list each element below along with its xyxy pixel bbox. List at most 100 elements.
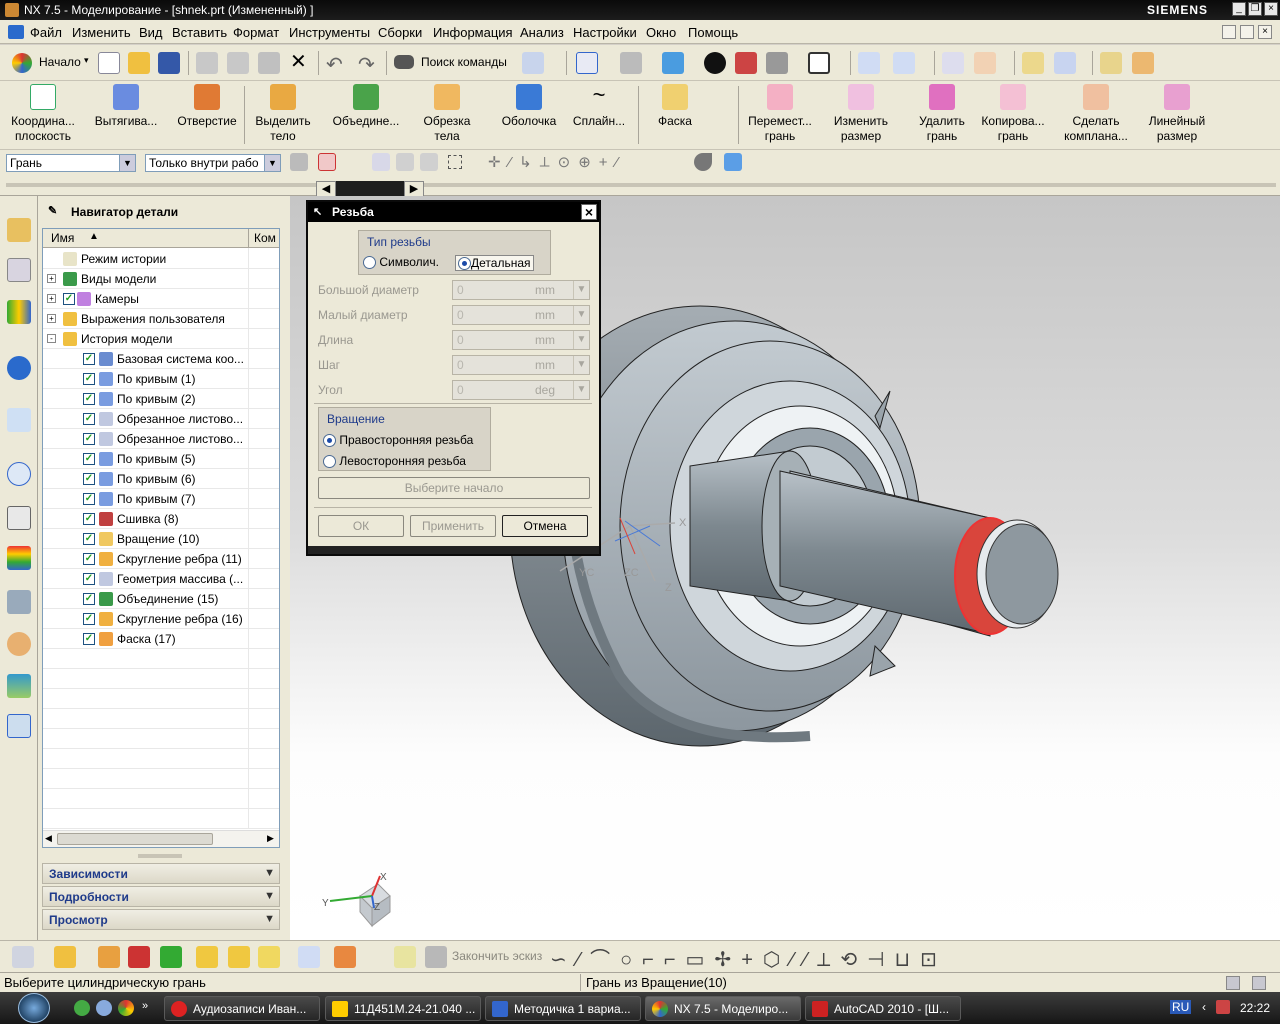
doc-minimize-button[interactable]	[1222, 25, 1236, 39]
tree-row[interactable]: ✓ Обрезанное листово...	[43, 429, 279, 449]
quicklaunch-more-icon[interactable]: »	[142, 1000, 148, 1012]
info-icon[interactable]	[7, 356, 31, 380]
dependencies-panel[interactable]: Зависимости ▼	[42, 863, 280, 884]
symbolic-radio[interactable]	[363, 256, 376, 270]
maximize-button[interactable]: ❐	[1248, 2, 1262, 16]
ok-button[interactable]: ОК	[318, 515, 404, 537]
menu-analysis[interactable]: Анализ	[520, 25, 564, 40]
doc-restore-button[interactable]	[1240, 25, 1254, 39]
make-coplanar-button[interactable]: Сделать комплана...	[1060, 84, 1132, 148]
menu-information[interactable]: Информация	[433, 25, 513, 40]
command-finder-button[interactable]: Поиск команды	[421, 55, 507, 69]
draft-analysis-icon[interactable]	[1132, 52, 1154, 74]
visibility-checkbox[interactable]: ✓	[83, 593, 95, 605]
copy-icon[interactable]	[227, 52, 249, 74]
snap-point-icon[interactable]	[318, 153, 336, 171]
section-view-icon[interactable]	[735, 52, 757, 74]
visibility-checkbox[interactable]: ✓	[83, 453, 95, 465]
quicklaunch-utorrent-icon[interactable]	[74, 1000, 90, 1016]
right-hand-radio[interactable]	[323, 434, 336, 448]
status-icon-2[interactable]	[1252, 976, 1266, 990]
resource-bar-scroll[interactable]	[6, 183, 1276, 187]
visibility-checkbox[interactable]: ✓	[83, 493, 95, 505]
save-icon[interactable]	[158, 52, 180, 74]
unite-button[interactable]: Объедине...	[326, 84, 406, 148]
tree-row[interactable]: ✓ Обрезанное листово...	[43, 409, 279, 429]
scope-filter-select[interactable]: Только внутри рабо ▼	[145, 154, 281, 172]
snap-face-icon[interactable]	[694, 153, 712, 171]
field-input[interactable]: 0 mm ▼	[452, 305, 590, 325]
visibility-checkbox[interactable]: ✓	[83, 633, 95, 645]
symbolic-option[interactable]: Символич.	[363, 255, 439, 270]
collapse-icon[interactable]: -	[47, 334, 56, 343]
tree-row[interactable]: Режим истории	[43, 249, 279, 269]
linear-dimension-button[interactable]: Линейный размер	[1144, 84, 1210, 148]
open-folder-icon[interactable]	[128, 52, 150, 74]
horizontal-scrollbar[interactable]: ◀ ▶	[43, 830, 279, 847]
task-audio[interactable]: Аудиозаписи Иван...	[164, 996, 320, 1021]
field-input[interactable]: 0 deg ▼	[452, 380, 590, 400]
tree-row[interactable]: ✓ По кривым (1)	[43, 369, 279, 389]
field-menu-icon[interactable]: ▼	[573, 331, 589, 349]
select-icon-a[interactable]	[372, 153, 390, 171]
sort-ascending-icon[interactable]: ▲	[89, 231, 99, 242]
finish-sketch-icon[interactable]	[425, 946, 447, 968]
task-pdf[interactable]: 11Д451М.24-21.040 ...	[325, 996, 481, 1021]
tree-row[interactable]: ✓ По кривым (5)	[43, 449, 279, 469]
cut-icon[interactable]	[196, 52, 218, 74]
background-icon[interactable]	[808, 52, 830, 74]
tree-row[interactable]: + ✓ Камеры	[43, 289, 279, 309]
select-start-button[interactable]: Выберите начало	[318, 477, 590, 499]
tree-row[interactable]: ✓ Геометрия массива (...	[43, 569, 279, 589]
tree-row[interactable]: ✓ Скругление ребра (11)	[43, 549, 279, 569]
delete-icon[interactable]: ✕	[290, 52, 307, 72]
close-window-button[interactable]: ×	[1264, 2, 1278, 16]
resize-face-button[interactable]: Изменить размер	[828, 84, 894, 148]
web-browser-icon[interactable]	[7, 408, 31, 432]
menu-preferences[interactable]: Настройки	[573, 25, 637, 40]
visibility-checkbox[interactable]: ✓	[83, 413, 95, 425]
menu-assemblies[interactable]: Сборки	[378, 25, 422, 40]
visibility-checkbox[interactable]: ✓	[83, 353, 95, 365]
menu-format[interactable]: Формат	[233, 25, 279, 40]
tray-volume-icon[interactable]	[1216, 1000, 1230, 1014]
visibility-checkbox[interactable]: ✓	[83, 533, 95, 545]
start-button[interactable]: Начало	[39, 55, 81, 69]
menu-window[interactable]: Окно	[646, 25, 676, 40]
delete-face-button[interactable]: Удалить грань	[910, 84, 974, 148]
scroll-thumb[interactable]	[57, 833, 213, 845]
tree-row[interactable]: ✓ Вращение (10)	[43, 529, 279, 549]
menu-view[interactable]: Вид	[139, 25, 163, 40]
part-navigator-icon[interactable]	[7, 258, 31, 282]
field-menu-icon[interactable]: ▼	[573, 306, 589, 324]
sketch-icon-6[interactable]	[196, 946, 218, 968]
rect-select-icon[interactable]	[448, 155, 462, 169]
new-file-icon[interactable]	[98, 52, 120, 74]
menu-edit[interactable]: Изменить	[72, 25, 131, 40]
move-object-icon[interactable]	[893, 52, 915, 74]
shaft-end-face[interactable]	[985, 523, 1059, 625]
field-menu-icon[interactable]: ▼	[573, 281, 589, 299]
assembly-navigator-icon[interactable]	[7, 218, 31, 242]
view-orient-icon[interactable]	[620, 52, 642, 74]
status-icon-1[interactable]	[1226, 976, 1240, 990]
tree-row[interactable]: ✓ Фаска (17)	[43, 629, 279, 649]
cancel-button[interactable]: Отмена	[502, 515, 588, 537]
layout-icon[interactable]	[7, 714, 31, 738]
sketch-icon-9[interactable]	[298, 946, 320, 968]
filter-settings-icon[interactable]	[290, 153, 308, 171]
edges-view-icon[interactable]	[766, 52, 788, 74]
process-studio-icon[interactable]	[7, 590, 31, 614]
field-input[interactable]: 0 mm ▼	[452, 280, 590, 300]
quicklaunch-chrome-icon[interactable]	[118, 1000, 134, 1016]
undo-icon[interactable]: ↶	[326, 52, 343, 77]
tree-row[interactable]: ✓ По кривым (2)	[43, 389, 279, 409]
start-dropdown-icon[interactable]: ▾	[84, 55, 89, 66]
sketch-icon-3[interactable]	[98, 946, 120, 968]
visibility-checkbox[interactable]: ✓	[83, 573, 95, 585]
field-menu-icon[interactable]: ▼	[573, 381, 589, 399]
dialog-close-button[interactable]: ×	[581, 204, 597, 220]
right-hand-option[interactable]: Правосторонняя резьба	[323, 433, 473, 448]
select-icon-c[interactable]	[420, 153, 438, 171]
field-input[interactable]: 0 mm ▼	[452, 355, 590, 375]
